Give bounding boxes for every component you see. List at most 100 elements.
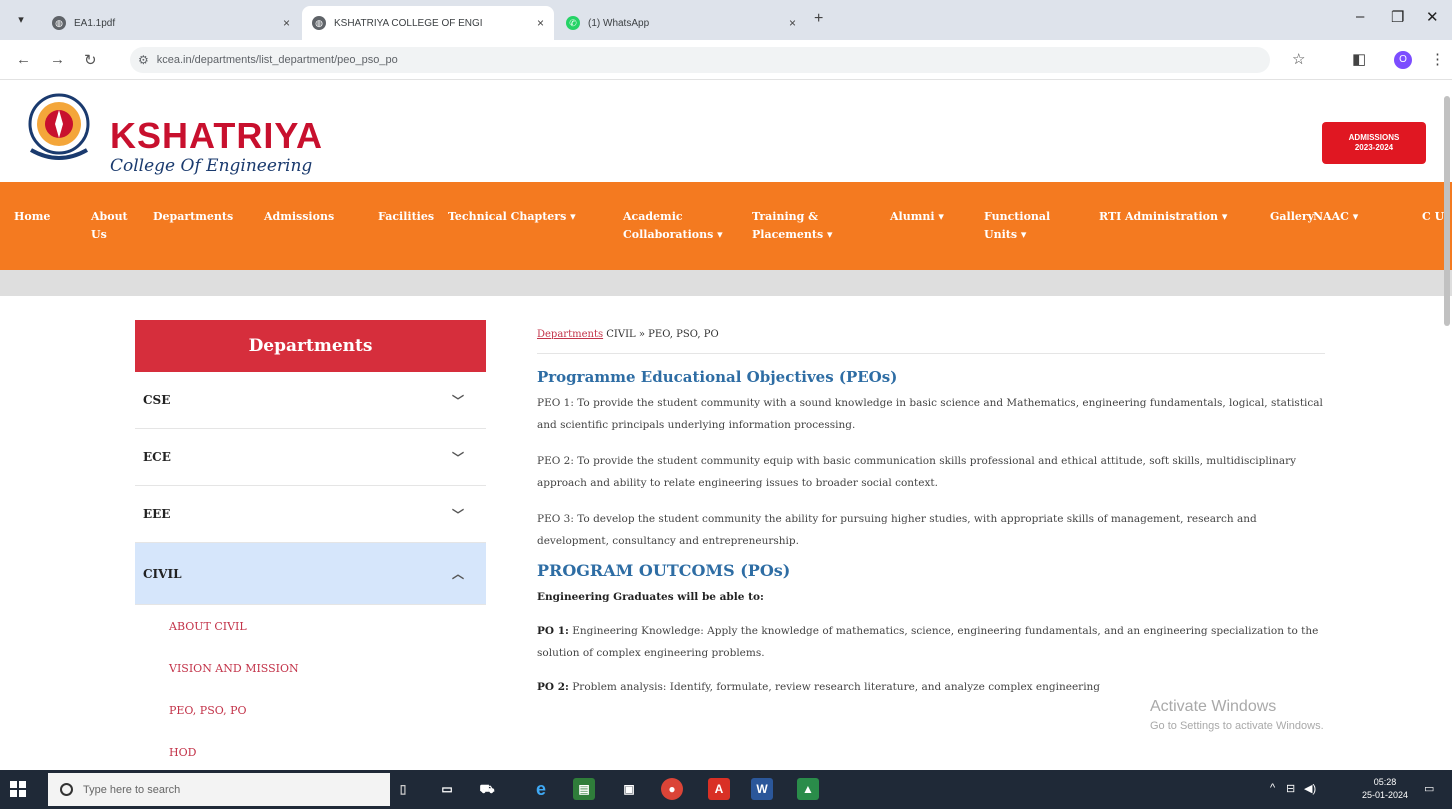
sidebar-item-label: ECE: [143, 450, 171, 464]
url-text: kcea.in/departments/list_department/peo_…: [156, 54, 398, 66]
tab-title: EA1.1pdf: [74, 17, 116, 29]
search-placeholder: Type here to search: [83, 783, 181, 796]
admissions-label: ADMISSIONS: [1348, 133, 1400, 142]
clock-time: 05:28: [1373, 777, 1397, 787]
browser-tabstrip: ▾ ◍ EA1.1pdf × ◍ KSHATRIYA COLLEGE OF EN…: [0, 0, 1452, 40]
globe-icon: ◍: [312, 16, 326, 30]
peo-1: PEO 1: To provide the student community …: [537, 397, 1323, 431]
sidebar-link-about-civil[interactable]: ABOUT CIVIL: [135, 605, 486, 647]
restore-icon[interactable]: ❐: [1391, 8, 1404, 26]
volume-icon[interactable]: ◀): [1304, 782, 1316, 795]
bookmark-star-icon[interactable]: ☆: [1292, 50, 1305, 68]
sidebar-item-cse[interactable]: CSE ﹀: [135, 372, 486, 429]
taskbar-search-input[interactable]: Type here to search: [48, 773, 390, 806]
chevron-down-icon: ﹀: [451, 450, 464, 465]
side-panel-icon[interactable]: ◧: [1352, 50, 1366, 68]
po-2-label: PO 2:: [537, 681, 569, 693]
tab-search-icon[interactable]: ▾: [10, 10, 32, 30]
po-1: PO 1: Engineering Knowledge: Apply the k…: [537, 620, 1325, 664]
sidebar-item-eee[interactable]: EEE ﹀: [135, 486, 486, 543]
sidebar-item-ece[interactable]: ECE ﹀: [135, 429, 486, 486]
sidebar-item-label: EEE: [143, 507, 171, 521]
back-icon[interactable]: ←: [16, 51, 31, 68]
sidebar-link-hod[interactable]: HOD: [135, 731, 486, 773]
file-explorer-icon[interactable]: ▤: [573, 778, 595, 800]
store-icon[interactable]: ⛟: [476, 778, 498, 800]
word-icon[interactable]: W: [751, 778, 773, 800]
browser-toolbar: ← → ↻ ⚙ kcea.in/departments/list_departm…: [0, 40, 1452, 80]
peo-2: PEO 2: To provide the student community …: [537, 455, 1297, 489]
windows-taskbar: Type here to search ▯ ▭ ⛟ e ▤ ▣ ● A W ▲ …: [0, 770, 1452, 809]
forward-icon[interactable]: →: [50, 51, 65, 68]
store-bag-icon[interactable]: ▣: [618, 778, 640, 800]
chevron-up-icon: ︿: [451, 567, 464, 581]
close-tab-icon[interactable]: ×: [789, 16, 796, 30]
chevron-down-icon: ﹀: [451, 507, 464, 522]
watermark-title: Activate Windows: [1150, 698, 1277, 715]
menu-kebab-icon[interactable]: ⋮: [1430, 50, 1445, 68]
globe-icon: ◍: [52, 16, 66, 30]
new-tab-icon[interactable]: +: [814, 10, 823, 28]
tray-chevron-icon[interactable]: ^: [1270, 782, 1275, 794]
task-view-icon[interactable]: ▭: [436, 778, 458, 800]
nav-gallery[interactable]: Gallery: [1270, 208, 1314, 226]
page-scrollbar[interactable]: [1444, 96, 1450, 326]
college-emblem-icon[interactable]: [27, 92, 91, 164]
close-tab-icon[interactable]: ×: [283, 16, 290, 30]
sidebar-link-peo-pso-po[interactable]: PEO, PSO, PO: [135, 689, 486, 731]
acrobat-icon[interactable]: A: [708, 778, 730, 800]
nav-contact[interactable]: C U: [1422, 208, 1446, 226]
whatsapp-icon: ✆: [566, 16, 580, 30]
logo-name[interactable]: KSHATRIYA: [110, 118, 323, 154]
sidebar-item-label: CSE: [143, 393, 171, 407]
nav-about[interactable]: About Us: [91, 208, 128, 244]
tab-kshatriya[interactable]: ◍ KSHATRIYA COLLEGE OF ENGI ×: [302, 6, 554, 40]
tab-pdf[interactable]: ◍ EA1.1pdf ×: [42, 6, 300, 40]
main-content: Departments CIVIL » PEO, PSO, PO Program…: [537, 320, 1325, 698]
microphone-icon[interactable]: ▯: [392, 778, 414, 800]
breadcrumb-departments-link[interactable]: Departments: [537, 329, 603, 340]
activate-windows-watermark: Activate Windows Go to Settings to activ…: [1150, 698, 1324, 732]
nav-technical-chapters[interactable]: Technical Chapters ▾: [448, 208, 576, 226]
nav-academic-collaborations[interactable]: Academic Collaborations ▾: [623, 208, 733, 244]
profile-avatar[interactable]: O: [1394, 51, 1412, 69]
nav-admissions[interactable]: Admissions: [264, 208, 334, 226]
nav-departments[interactable]: Departments: [153, 208, 233, 226]
sidebar-item-civil[interactable]: CIVIL ︿: [135, 543, 486, 605]
reload-icon[interactable]: ↻: [84, 51, 97, 69]
nav-training-placements[interactable]: Training & Placements ▾: [752, 208, 862, 244]
edge-icon[interactable]: e: [530, 778, 552, 800]
admissions-year: 2023-2024: [1354, 143, 1394, 152]
po-1-text: Engineering Knowledge: Apply the knowled…: [537, 625, 1319, 659]
nav-administration[interactable]: Administration ▾: [1125, 208, 1227, 226]
nav-home[interactable]: Home: [14, 208, 50, 226]
site-info-icon[interactable]: ⚙: [138, 53, 149, 67]
notifications-icon[interactable]: ▭: [1424, 782, 1434, 795]
close-window-icon[interactable]: ✕: [1426, 8, 1439, 26]
admissions-button[interactable]: ADMISSIONS 2023-2024: [1322, 122, 1426, 164]
nav-naac[interactable]: NAAC ▾: [1313, 208, 1358, 226]
close-tab-icon[interactable]: ×: [537, 16, 544, 30]
po-2: PO 2: Problem analysis: Identify, formul…: [537, 676, 1325, 698]
address-bar[interactable]: ⚙ kcea.in/departments/list_department/pe…: [130, 47, 1270, 73]
po-heading: PROGRAM OUTCOMS (POs): [537, 561, 791, 580]
system-clock[interactable]: 05:28 25-01-2024: [1362, 776, 1408, 802]
po-2-text: Problem analysis: Identify, formulate, r…: [568, 681, 1101, 693]
nav-rti[interactable]: RTI: [1099, 208, 1121, 226]
clock-date: 25-01-2024: [1362, 790, 1409, 800]
chrome-icon[interactable]: ●: [661, 778, 683, 800]
logo-subtitle: College Of Engineering: [110, 156, 313, 176]
sidebar-item-label: CIVIL: [143, 566, 182, 581]
nav-functional-units[interactable]: Functional Units ▾: [984, 208, 1064, 244]
minimize-icon[interactable]: –: [1356, 8, 1364, 25]
breadcrumb: Departments CIVIL » PEO, PSO, PO: [537, 320, 1325, 354]
nav-facilities[interactable]: Facilities: [378, 208, 434, 226]
photos-icon[interactable]: ▲: [797, 778, 819, 800]
tab-whatsapp[interactable]: ✆ (1) WhatsApp ×: [556, 6, 806, 40]
network-icon[interactable]: ⊟: [1286, 782, 1295, 795]
sidebar-link-vision-mission[interactable]: VISION AND MISSION: [135, 647, 486, 689]
cortana-icon: [60, 783, 73, 796]
po-1-label: PO 1:: [537, 625, 569, 637]
nav-alumni[interactable]: Alumni ▾: [890, 208, 944, 226]
windows-start-icon[interactable]: [10, 781, 26, 797]
